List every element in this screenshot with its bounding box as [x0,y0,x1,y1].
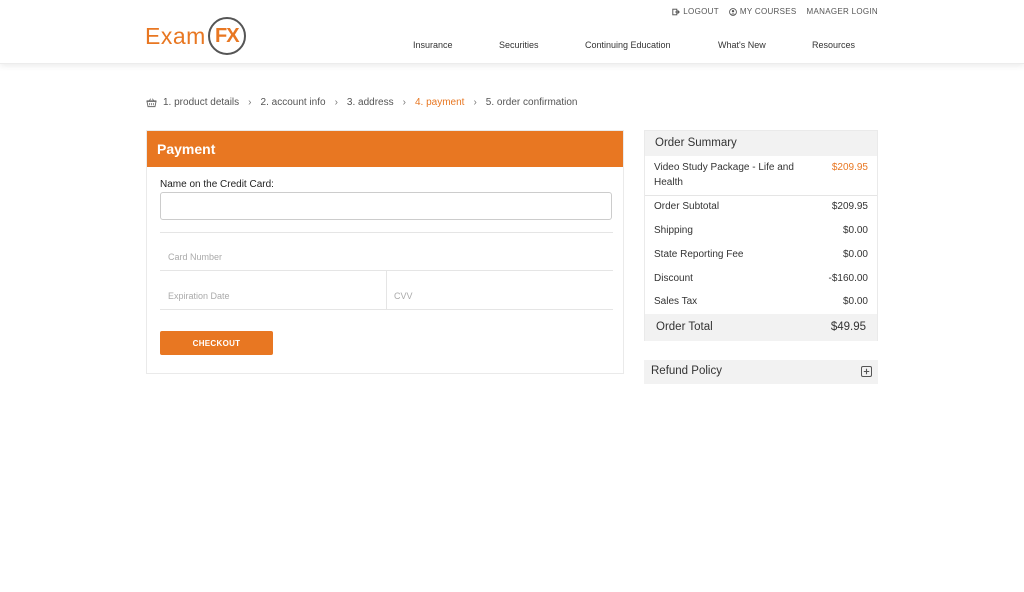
nav-securities[interactable]: Securities [499,40,539,50]
step-address: 3. address [346,97,394,108]
utility-links: LOGOUT MY COURSES MANAGER LOGIN [672,7,878,16]
my-courses-link[interactable]: MY COURSES [729,7,797,16]
order-total-label: Order Total [656,321,713,333]
nav-insurance[interactable]: Insurance [413,40,453,50]
order-summary-title: Order Summary [645,131,877,156]
name-on-card-label: Name on the Credit Card: [160,179,274,190]
logout-icon [672,8,681,15]
divider [160,309,613,310]
nav-resources[interactable]: Resources [812,40,855,50]
state-reporting-fee-row: State Reporting Fee $0.00 [654,249,868,263]
row-label: Discount [654,273,693,284]
line-item-name: Video Study Package - Life and Health [654,162,794,188]
row-value: $0.00 [842,225,868,236]
chevron-right-icon: › [334,97,338,108]
site-header: Exam FX LOGOUT MY COURSES MANAGER LOGIN … [0,0,1024,64]
order-summary: Order Summary Video Study Package - Life… [644,130,878,341]
row-value: $209.95 [831,201,868,212]
my-courses-label: MY COURSES [739,7,797,16]
logout-label: LOGOUT [683,7,719,16]
refund-policy-label: Refund Policy [651,365,722,377]
divider [160,232,613,233]
expiration-date-field[interactable]: Expiration Date [168,291,230,301]
order-subtotal-row: Order Subtotal $209.95 [654,201,868,215]
name-on-card-input[interactable] [160,192,612,220]
step-account-info: 2. account info [260,97,326,108]
row-label: Shipping [654,225,693,236]
refund-policy-toggle[interactable]: Refund Policy [644,360,878,384]
step-payment: 4. payment [414,97,465,108]
manager-login-link[interactable]: MANAGER LOGIN [807,7,878,16]
user-icon [729,7,737,16]
manager-login-label: MANAGER LOGIN [806,7,878,16]
nav-continuing-education[interactable]: Continuing Education [585,40,671,50]
payment-title: Payment [147,131,623,167]
row-value: -$160.00 [828,273,868,284]
row-value: $0.00 [842,296,868,307]
main-nav: Insurance Securities Continuing Educatio… [0,40,1024,54]
checkout-steps: 1. product details › 2. account info › 3… [146,97,578,108]
sales-tax-row: Sales Tax $0.00 [654,296,868,310]
nav-whats-new[interactable]: What's New [718,40,766,50]
plus-box-icon [861,366,872,377]
chevron-right-icon: › [473,97,477,108]
field-divider [386,271,387,309]
logout-link[interactable]: LOGOUT [672,7,719,16]
chevron-right-icon: › [248,97,252,108]
step-product-details: 1. product details [163,97,240,108]
row-value: $0.00 [842,249,868,260]
basket-icon [146,98,157,108]
step-order-confirmation: 5. order confirmation [485,97,578,108]
shipping-row: Shipping $0.00 [654,225,868,239]
divider [645,195,877,196]
order-total-row: Order Total $49.95 [645,314,877,341]
cvv-field[interactable]: CVV [394,291,413,301]
row-label: Sales Tax [654,296,698,307]
card-number-field[interactable]: Card Number [168,252,222,262]
checkout-button[interactable]: CHECKOUT [160,331,273,355]
chevron-right-icon: › [402,97,406,108]
line-item-price: $209.95 [831,162,868,173]
payment-panel: Payment Name on the Credit Card: Card Nu… [146,130,624,374]
order-total-value: $49.95 [830,321,866,333]
row-label: Order Subtotal [654,201,720,212]
discount-row: Discount -$160.00 [654,273,868,287]
row-label: State Reporting Fee [654,249,744,260]
